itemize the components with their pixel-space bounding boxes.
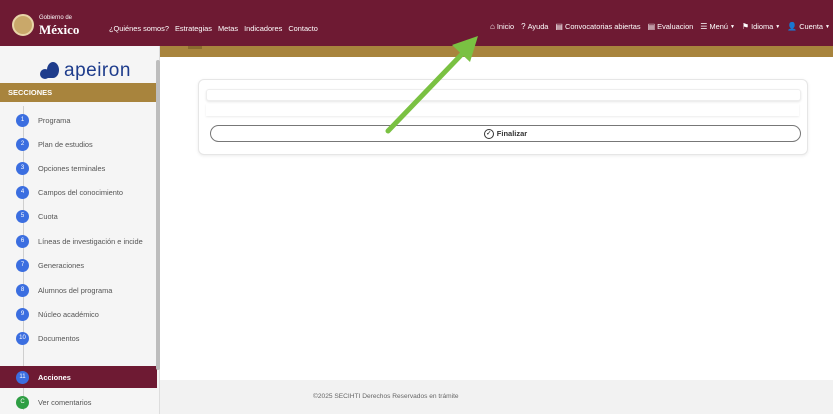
apeiron-logo[interactable]: apeiron [40, 60, 131, 82]
step-number-badge: 9 [16, 307, 29, 321]
step-number-badge: 5 [16, 209, 29, 223]
step-number-badge: 6 [16, 234, 29, 248]
apeiron-logo-icon [40, 62, 60, 80]
nav-dropdown-menu-label: Menú [709, 22, 728, 31]
sidebar-item-programa[interactable]: 1 Programa [0, 109, 157, 131]
top-nav-bar: Gobierno de México ¿Quiénes somos? Estra… [0, 0, 833, 46]
nav-link-evaluacion[interactable]: ▤ Evaluacion [648, 22, 694, 31]
sidebar-item-generaciones[interactable]: 7 Generaciones [0, 254, 157, 276]
nav-link-quienes-somos[interactable]: ¿Quiénes somos? [109, 24, 169, 33]
sidebar-item-label: Programa [38, 115, 71, 125]
nav-dropdown-menu[interactable]: ☰ Menú ▼ [700, 22, 735, 31]
nav-dropdown-idioma[interactable]: ⚑ Idioma ▼ [742, 22, 780, 31]
step-number-badge: C [16, 395, 29, 409]
nav-dropdown-idioma-label: Idioma [751, 22, 774, 31]
nav-link-inicio[interactable]: ⌂ Inicio [490, 22, 514, 31]
sidebar-item-label: Líneas de investigación e incide [38, 236, 143, 246]
actions-card: ✓ Finalizar [198, 79, 808, 155]
sidebar-item-opciones-terminales[interactable]: 3 Opciones terminales [0, 157, 157, 179]
flag-icon: ⚑ [741, 22, 750, 31]
nav-link-ayuda[interactable]: ? Ayuda [521, 22, 548, 31]
chevron-down-icon: ▼ [775, 23, 781, 30]
top-nav-left-links: ¿Quiénes somos? Estrategias Metas Indica… [109, 24, 318, 33]
sidebar-item-label: Alumnos del programa [38, 285, 113, 295]
nav-link-ayuda-label: Ayuda [527, 22, 549, 31]
nav-link-contacto[interactable]: Contacto [288, 24, 318, 33]
step-number-badge: 11 [16, 370, 29, 384]
nav-link-convocatorias[interactable]: ▤ Convocatorias abiertas [555, 22, 640, 31]
sidebar-item-lineas-de-investigacion[interactable]: 6 Líneas de investigación e incide [0, 230, 157, 252]
chevron-down-icon: ▼ [729, 23, 735, 30]
check-circle-icon: ✓ [483, 128, 494, 139]
empty-panel [206, 89, 801, 101]
menu-icon: ☰ [700, 22, 708, 31]
step-number-badge: 2 [16, 137, 29, 151]
help-icon: ? [521, 22, 526, 31]
sidebar-item-nucleo-academico[interactable]: 9 Núcleo académico [0, 303, 157, 325]
nav-link-inicio-label: Inicio [496, 22, 515, 31]
finalize-button[interactable]: ✓ Finalizar [210, 125, 801, 142]
sidebar-item-label: Núcleo académico [38, 309, 99, 319]
nav-link-evaluacion-label: Evaluacion [657, 22, 694, 31]
step-number-badge: 1 [16, 113, 29, 127]
sidebar-item-acciones[interactable]: 11 Acciones [0, 366, 157, 388]
empty-panel [206, 104, 799, 116]
sidebar-item-label: Opciones terminales [38, 163, 106, 173]
government-seal-icon [12, 14, 34, 36]
sidebar-scrollbar[interactable] [156, 60, 160, 370]
government-logo[interactable]: Gobierno de México [39, 14, 79, 36]
step-number-badge: 7 [16, 258, 29, 272]
document-icon: ▤ [647, 22, 656, 31]
home-icon: ⌂ [490, 22, 495, 31]
nav-link-estrategias[interactable]: Estrategias [175, 24, 212, 33]
footer-copyright: ©2025 SECIHTI Derechos Reservados en trá… [313, 393, 459, 400]
top-nav-right-links: ⌂ Inicio ? Ayuda ▤ Convocatorias abierta… [490, 22, 830, 31]
strip-decoration [188, 46, 202, 49]
sidebar-item-documentos[interactable]: 10 Documentos [0, 327, 157, 349]
sidebar-item-label: Ver comentarios [38, 397, 92, 407]
sidebar: apeiron SECCIONES 1 Programa 2 Plan de e… [0, 46, 160, 414]
sidebar-item-campos-del-conocimiento[interactable]: 4 Campos del conocimiento [0, 181, 157, 203]
sidebar-item-label: Campos del conocimiento [38, 187, 124, 197]
document-icon: ▤ [555, 22, 563, 31]
sidebar-item-cuota[interactable]: 5 Cuota [0, 205, 157, 227]
nav-link-indicadores[interactable]: Indicadores [244, 24, 282, 33]
finalize-button-label: Finalizar [496, 129, 528, 138]
apeiron-logo-text: apeiron [64, 60, 131, 81]
page-footer: ©2025 SECIHTI Derechos Reservados en trá… [160, 380, 833, 414]
nav-link-convocatorias-label: Convocatorias abiertas [564, 22, 641, 31]
user-icon: 👤 [787, 22, 798, 31]
sidebar-item-ver-comentarios[interactable]: C Ver comentarios [0, 391, 157, 413]
step-number-badge: 4 [16, 185, 29, 199]
nav-dropdown-cuenta[interactable]: 👤 Cuenta ▼ [787, 22, 830, 31]
gold-header-strip [160, 46, 833, 57]
nav-dropdown-cuenta-label: Cuenta [799, 22, 824, 31]
sidebar-item-plan-de-estudios[interactable]: 2 Plan de estudios [0, 133, 157, 155]
step-number-badge: 8 [16, 283, 29, 297]
sections-header: SECCIONES [0, 83, 157, 102]
sidebar-item-label: Generaciones [38, 260, 85, 270]
nav-link-metas[interactable]: Metas [218, 24, 238, 33]
sidebar-item-label: Documentos [38, 333, 80, 343]
step-number-badge: 3 [16, 161, 29, 175]
sidebar-item-label: Acciones [38, 372, 71, 382]
sidebar-item-label: Plan de estudios [38, 139, 93, 149]
sidebar-item-label: Cuota [38, 211, 58, 221]
step-number-badge: 10 [16, 331, 29, 345]
chevron-down-icon: ▼ [825, 23, 830, 30]
sidebar-item-alumnos-del-programa[interactable]: 8 Alumnos del programa [0, 279, 157, 301]
gov-logo-big-text: México [39, 22, 80, 37]
